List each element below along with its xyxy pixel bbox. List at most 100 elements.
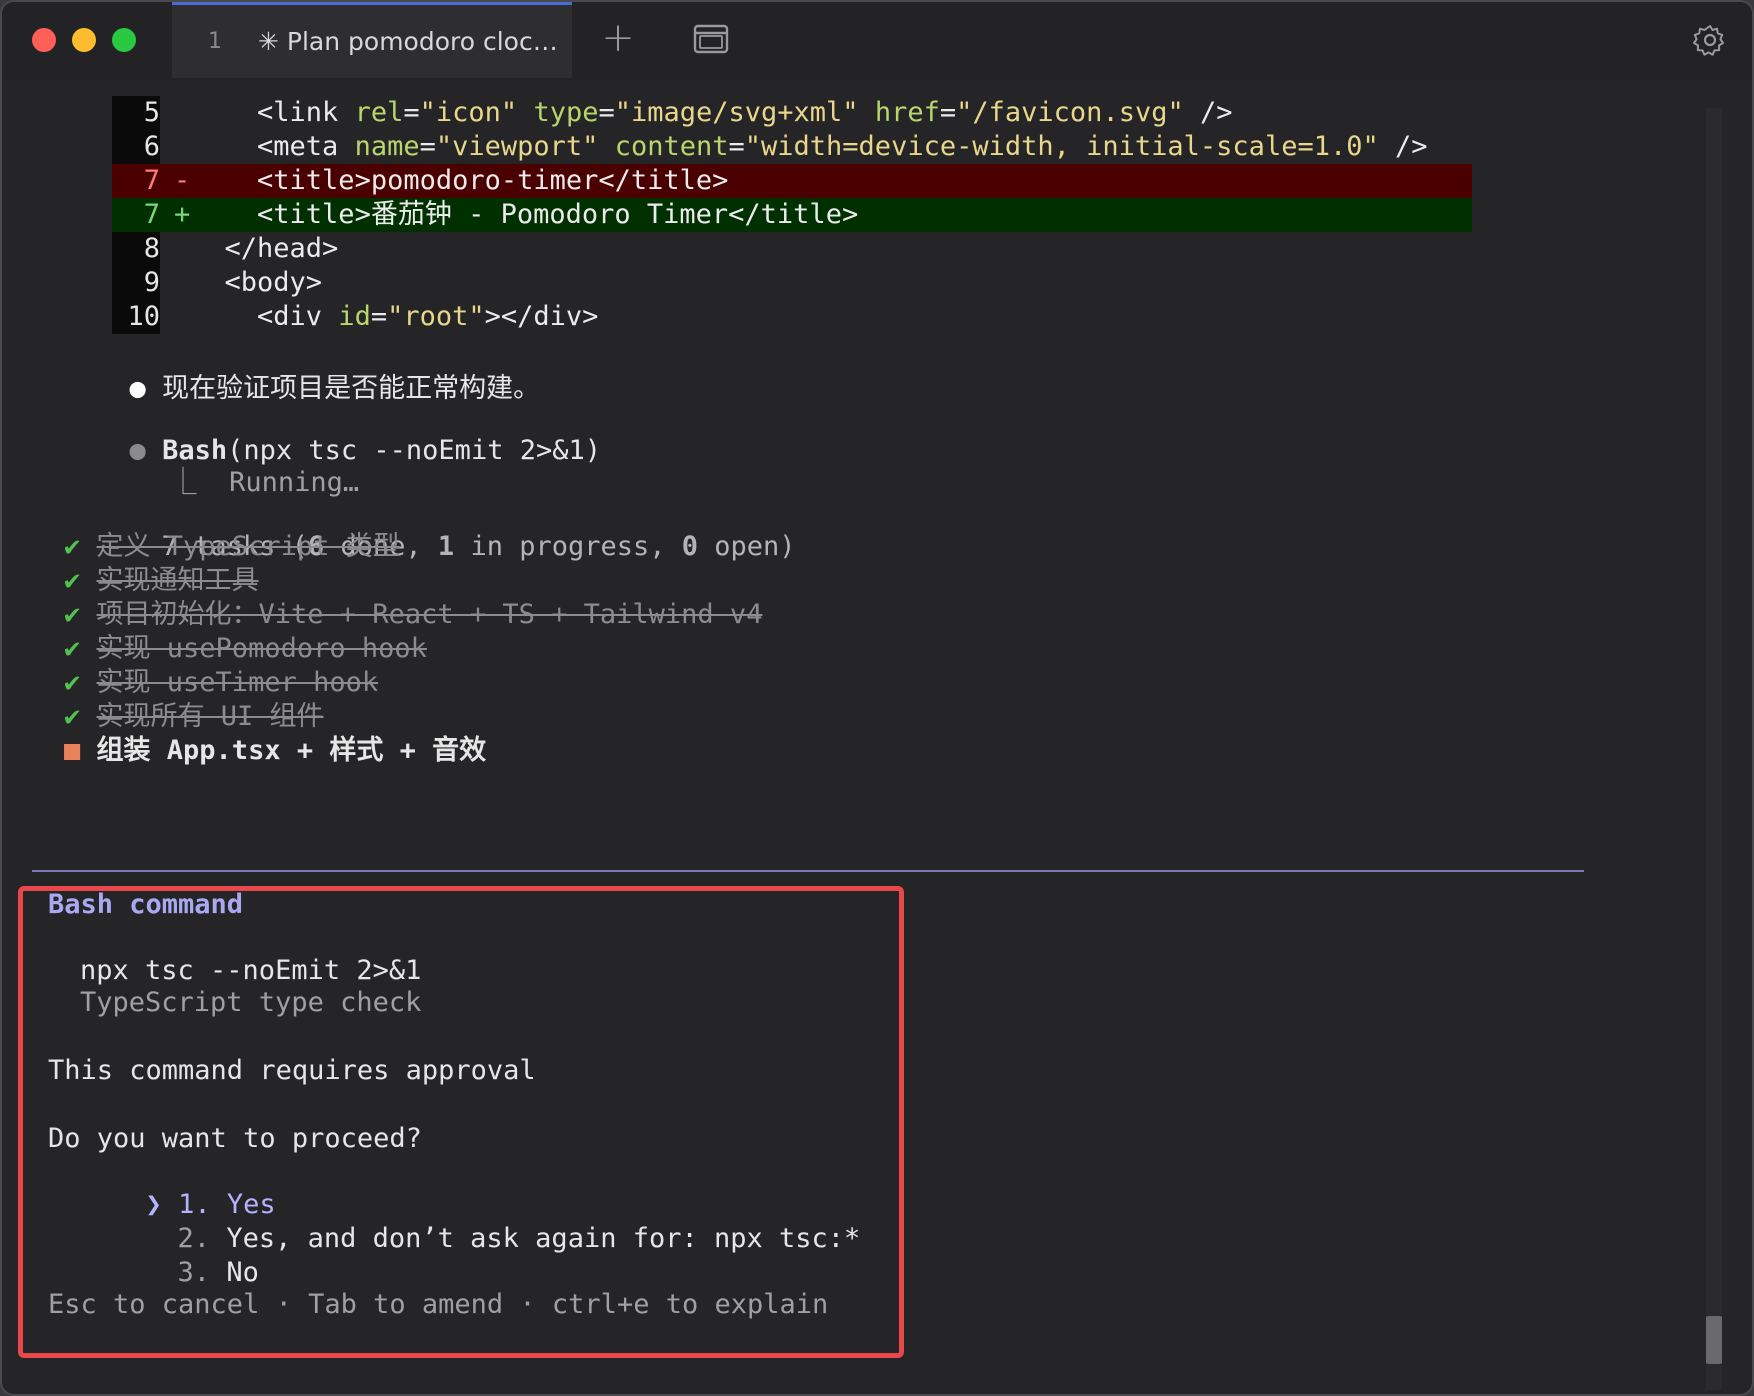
tool-status: ⎿ Running… (72, 432, 360, 498)
code-token: "root" (387, 301, 485, 332)
option-label: Yes, and don’t ask again for: npx tsc:* (226, 1223, 861, 1254)
check-icon: ✔ (64, 531, 81, 562)
prompt-description: TypeScript type check (80, 987, 422, 1018)
diff-minus-sign: - (174, 165, 191, 196)
zoom-window-button[interactable] (112, 28, 136, 52)
task-text: 实现 useTimer hook (96, 667, 379, 698)
code-token: = (419, 131, 436, 162)
terminal-content: 5 <link rel="icon" type="image/svg+xml" … (2, 80, 1752, 1394)
option-yes-dont-ask[interactable]: 2. Yes, and don’t ask again for: npx tsc… (80, 1188, 861, 1254)
diff-plus-sign: + (174, 199, 191, 230)
code-token: = (403, 97, 420, 128)
code-token: </head> (224, 233, 339, 264)
task-text: 组装 App.tsx + 样式 + 音效 (96, 735, 487, 766)
task-item: ✔ 实现通知工具 (64, 564, 259, 598)
minimize-window-button[interactable] (72, 28, 96, 52)
scrollbar-track[interactable] (1706, 108, 1722, 1390)
code-token: <title>pomodoro-timer</title> (257, 165, 729, 196)
task-summary: 7 tasks (6 done, 1 in progress, 0 open) (64, 496, 796, 562)
scrollbar-thumb[interactable] (1706, 1316, 1722, 1364)
window-overview-icon[interactable] (692, 22, 730, 56)
code-token: "icon" (419, 97, 518, 128)
code-token: name (354, 131, 420, 162)
code-token: /> (1378, 131, 1428, 162)
code-token: <div (257, 301, 339, 332)
approval-text: This command requires approval (48, 1055, 536, 1086)
code-token: href (874, 97, 940, 128)
task-item: ■ 组装 App.tsx + 样式 + 音效 (64, 734, 486, 768)
check-icon: ✔ (64, 633, 81, 664)
code-token: <meta (257, 131, 355, 162)
check-icon: ✔ (64, 565, 81, 596)
code-token: = (939, 97, 957, 128)
bash-tool-call: ● Bash(npx tsc --noEmit 2>&1) (32, 400, 601, 466)
in-progress-icon: ■ (64, 735, 81, 766)
diff-code: <link rel="icon" type="image/svg+xml" hr… (192, 96, 1233, 130)
code-token: /> (1183, 97, 1233, 128)
diff-code: <div id="root"></div> (192, 300, 598, 334)
prompt-footer: Esc to cancel · Tab to amend · ctrl+e to… (48, 1289, 829, 1320)
check-icon: ✔ (64, 701, 81, 732)
task-item: ✔ 实现 usePomodoro hook (64, 632, 427, 666)
proceed-question: Do you want to proceed? (48, 1123, 422, 1154)
task-text: 实现通知工具 (96, 565, 259, 596)
diff-line-number: 6 (143, 131, 160, 162)
code-token: = (370, 301, 388, 332)
code-token: ></div> (484, 301, 599, 332)
gear-icon[interactable] (1692, 22, 1728, 58)
task-item: ✔ 实现 useTimer hook (64, 666, 378, 700)
code-token: <link (257, 97, 355, 128)
status-text: Running… (229, 467, 360, 498)
progress-count: 1 (437, 531, 455, 562)
diff-code: </head> (192, 232, 339, 266)
task-item: ✔ 实现所有 UI 组件 (64, 700, 324, 734)
tab-number: 1 (208, 29, 222, 54)
terminal-window: 1 ✳ Plan pomodoro cloc… + 5 <link rel="i… (0, 0, 1754, 1396)
tab-title: ✳ Plan pomodoro cloc… (258, 27, 558, 56)
prompt-title: Bash command (48, 889, 244, 920)
option-no[interactable]: 3. No (80, 1222, 259, 1288)
diff-code: <title>pomodoro-timer</title> (192, 164, 728, 198)
diff-code: <title>番茄钟 - Pomodoro Timer</title> (192, 198, 858, 232)
option-yes[interactable]: ❯ 1. Yes (48, 1154, 276, 1220)
close-window-button[interactable] (32, 28, 56, 52)
code-token: id (338, 301, 371, 332)
code-token: <title>番茄钟 - Pomodoro Timer</title> (257, 199, 859, 230)
status-prefix: ⎿ (169, 467, 197, 498)
code-token: = (728, 131, 745, 162)
progress-label: in progress, (454, 531, 682, 562)
code-token: "width=device-width, initial-scale=1.0" (744, 131, 1379, 162)
check-icon: ✔ (64, 599, 81, 630)
code-token: type (533, 97, 599, 128)
diff-line-number: 9 (143, 267, 160, 298)
diff-line-number: 10 (127, 301, 160, 332)
task-text: 实现所有 UI 组件 (96, 701, 324, 732)
open-label: open) (698, 531, 796, 562)
code-token: "image/svg+xml" (614, 97, 859, 128)
option-label: No (226, 1257, 259, 1288)
code-token: "/favicon.svg" (956, 97, 1184, 128)
task-text: 定义 TypeScript 类型 (96, 531, 400, 562)
diff-line-number: 7 (143, 199, 160, 230)
diff-line-number: 8 (143, 233, 160, 264)
task-item: ✔ 定义 TypeScript 类型 (64, 530, 400, 564)
diff-line-number: 5 (143, 97, 160, 128)
task-item: ✔ 项目初始化：Vite + React + TS + Tailwind v4 (64, 598, 762, 632)
code-token: rel (354, 97, 404, 128)
prompt-command: npx tsc --noEmit 2>&1 (80, 955, 422, 986)
title-bar: 1 ✳ Plan pomodoro cloc… + (2, 2, 1752, 80)
task-text: 实现 usePomodoro hook (96, 633, 427, 664)
code-token: = (598, 97, 615, 128)
tab-active[interactable]: 1 ✳ Plan pomodoro cloc… (172, 2, 572, 78)
code-token: <body> (224, 267, 323, 298)
open-count: 0 (681, 531, 699, 562)
option-number: 3. (177, 1257, 211, 1288)
diff-code: <meta name="viewport" content="width=dev… (192, 130, 1428, 164)
new-tab-button[interactable]: + (598, 18, 638, 60)
separator (32, 870, 1584, 872)
diff-code: <body> (192, 266, 323, 300)
code-token: content (614, 131, 729, 162)
